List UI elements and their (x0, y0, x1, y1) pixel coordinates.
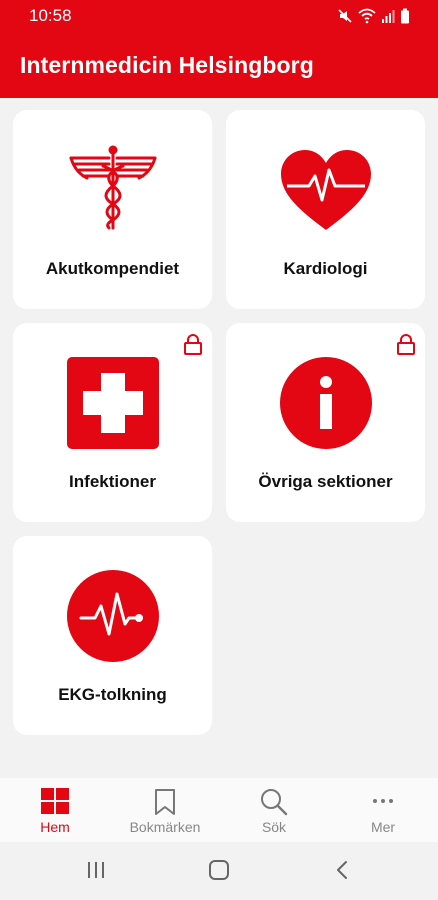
app-header: 10:58 Internmedicin Helsingborg (0, 0, 438, 98)
nav-item-mer[interactable]: Mer (328, 778, 438, 842)
card-ovriga-sektioner[interactable]: Övriga sektioner (226, 323, 425, 522)
status-time: 10:58 (29, 6, 72, 25)
more-icon (373, 799, 393, 803)
bookmark-icon (155, 789, 175, 815)
card-label: EKG-tolkning (58, 685, 167, 704)
card-label: Kardiologi (283, 259, 368, 278)
recent-apps-icon[interactable] (86, 860, 106, 880)
nav-item-hem[interactable]: Hem (0, 778, 110, 842)
page-title: Internmedicin Helsingborg (20, 52, 314, 78)
back-icon[interactable] (334, 860, 350, 880)
search-icon (261, 789, 288, 816)
wifi-icon (358, 8, 376, 24)
nav-label: Hem (40, 819, 70, 835)
card-label: Övriga sektioner (258, 472, 393, 491)
nav-label: Sök (261, 819, 287, 835)
medical-cross-icon (66, 357, 159, 449)
card-kardiologi[interactable]: Kardiologi (226, 110, 425, 309)
card-akutkompendiet[interactable]: Akutkompendiet (13, 110, 212, 309)
bottom-nav: Hem Bokmärken Sök Mer (0, 778, 438, 842)
nav-label: Bokmärken (129, 819, 201, 835)
card-label: Infektioner (69, 472, 156, 491)
system-nav-bar (0, 842, 438, 900)
nav-item-bokmarken[interactable]: Bokmärken (110, 778, 220, 842)
ecg-icon (66, 570, 159, 662)
card-ekg-tolkning[interactable]: EKG-tolkning (13, 536, 212, 735)
battery-icon (401, 8, 409, 24)
mute-icon (338, 9, 352, 23)
info-icon (279, 357, 372, 449)
caduceus-icon (69, 145, 156, 230)
nav-item-sok[interactable]: Sök (219, 778, 329, 842)
status-icons (337, 8, 410, 24)
lock-icon (397, 334, 415, 355)
card-infektioner[interactable]: Infektioner (13, 323, 212, 522)
lock-icon (184, 334, 202, 355)
card-label: Akutkompendiet (45, 259, 180, 278)
home-icon[interactable] (208, 859, 230, 881)
grid-icon (41, 788, 69, 814)
nav-label: Mer (370, 819, 396, 835)
heart-pulse-icon (280, 150, 371, 230)
signal-icon (382, 10, 395, 23)
status-bar: 10:58 (0, 0, 438, 32)
